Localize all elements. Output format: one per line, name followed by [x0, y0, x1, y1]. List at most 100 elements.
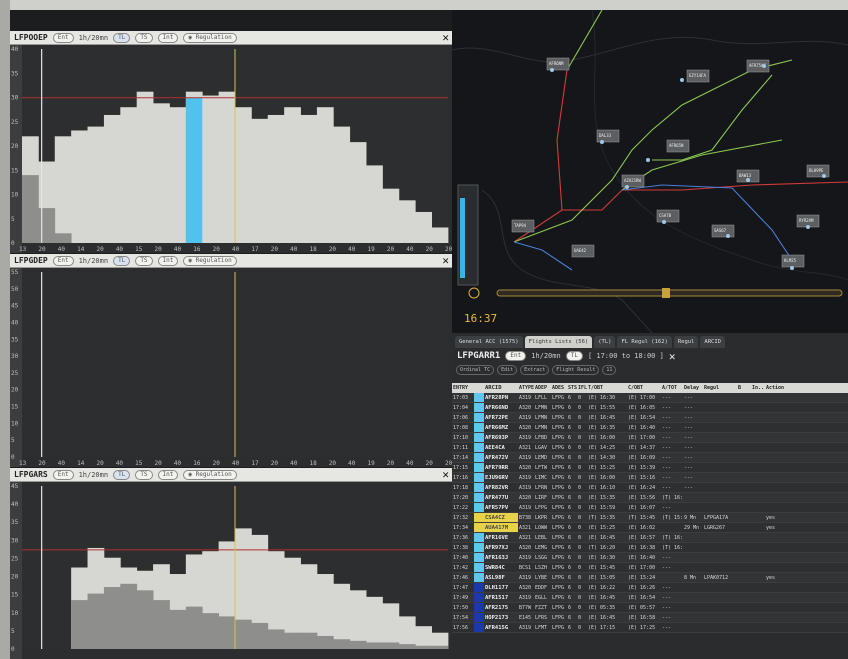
cell-action[interactable] [765, 483, 785, 492]
table-row[interactable]: 17:20 AFR477U A320 LIRF LFPG 6 0 (E) 15:35 (E) 1… [452, 493, 848, 503]
table-row[interactable]: 17:14 AFR472V A319 LEMD LFPG 6 0 (E) 14:30 (E) 1… [452, 453, 848, 463]
cell-action[interactable] [765, 443, 785, 452]
cell-action[interactable] [765, 543, 785, 552]
cell-arcid[interactable]: EJU96RV [484, 473, 518, 482]
cell-arcid[interactable]: ASL98F [484, 573, 518, 582]
table-row[interactable]: 17:16 EJU96RV A319 LIMC LFPG 6 0 (E) 16:00 (E) 1… [452, 473, 848, 483]
count-button[interactable]: 11 [602, 365, 617, 375]
flight-tag-callsign[interactable]: CSA7B [659, 213, 672, 218]
traffic-bar[interactable] [316, 107, 334, 243]
aircraft-icon[interactable] [646, 158, 650, 162]
traffic-bar[interactable] [431, 227, 449, 243]
flight-tag-callsign[interactable]: DAL33 [599, 133, 612, 138]
cell-action[interactable] [765, 593, 785, 602]
cell-action[interactable] [765, 453, 785, 462]
regulated-traffic-bar[interactable] [120, 583, 138, 649]
table-row[interactable]: 17:50 AFR2175 B77W FZZT LFPG 6 0 (E) 05:35 (E) 0… [452, 603, 848, 613]
regulated-traffic-bar[interactable] [38, 208, 56, 243]
regulated-traffic-bar[interactable] [136, 590, 154, 649]
col-cobt[interactable]: C/OBT [627, 383, 661, 393]
aircraft-icon[interactable] [762, 64, 766, 68]
traffic-bar[interactable] [87, 126, 105, 243]
cell-arcid[interactable]: AUA417M [484, 523, 518, 532]
regulated-traffic-bar[interactable] [235, 619, 252, 649]
int-toggle[interactable]: Int [157, 255, 179, 266]
aircraft-icon[interactable] [550, 68, 554, 72]
tab-arcid[interactable]: ARCID [700, 336, 725, 348]
regulated-traffic-bar[interactable] [87, 593, 105, 649]
aircraft-icon[interactable] [790, 266, 794, 270]
regulated-traffic-bar[interactable] [398, 644, 416, 649]
col-b[interactable]: B [737, 383, 751, 393]
col-ades[interactable]: ADES [551, 383, 567, 393]
aircraft-icon[interactable] [625, 185, 629, 189]
traffic-bar[interactable] [235, 107, 252, 243]
col-action[interactable]: Action [765, 383, 785, 393]
regulation-toggle[interactable]: ◉ Regulation [183, 255, 237, 266]
flight-tag-callsign[interactable]: UAE42 [574, 248, 587, 253]
cell-arcid[interactable]: AFR16VE [484, 533, 518, 542]
regulated-traffic-bar[interactable] [300, 632, 318, 649]
col-in[interactable]: In.. [751, 383, 765, 393]
col-adep[interactable]: ADEP [534, 383, 551, 393]
col-arcid[interactable]: ARCID [484, 383, 518, 393]
regulated-traffic-bar[interactable] [366, 642, 383, 649]
regulated-traffic-bar[interactable] [103, 587, 121, 649]
cell-arcid[interactable]: AFR693P [484, 433, 518, 442]
ts-toggle[interactable]: TS [135, 32, 153, 43]
tl-toggle[interactable]: TL [113, 255, 131, 266]
table-row[interactable]: 17:22 AFR57PV A319 LFPG LFPG 6 0 (E) 15:59 (E) 1… [452, 503, 848, 513]
cell-arcid[interactable]: AFR57PV [484, 503, 518, 512]
table-row[interactable]: 17:38 AFR97XJ A320 LEMG LFPG 6 0 (T) 16:20 (E) 1… [452, 543, 848, 553]
altitude-filter-range[interactable] [460, 198, 465, 278]
ent-toggle[interactable]: Ent [52, 469, 74, 480]
traffic-bar[interactable] [103, 114, 121, 244]
cell-action[interactable] [765, 613, 785, 622]
flight-tag-callsign[interactable]: RYR2AM [799, 218, 814, 223]
traffic-bar[interactable] [284, 107, 301, 243]
resolution-label[interactable]: 1h/20mn [79, 471, 109, 479]
ent-toggle[interactable]: Ent [52, 255, 74, 266]
flight-tag-callsign[interactable]: AFR65N [669, 143, 684, 148]
radar-map[interactable]: AFR6NM EZY14FA AFR75AC AFR65N AZA21RW BAW13 DL… [452, 10, 848, 333]
cell-action[interactable] [765, 553, 785, 562]
cell-action[interactable]: yes [765, 573, 785, 582]
col-atot[interactable]: A/TOT [661, 383, 683, 393]
tab-regul[interactable]: Regul [673, 336, 699, 348]
traffic-bar[interactable] [120, 107, 138, 243]
regulated-traffic-bar[interactable] [202, 613, 220, 649]
col-tobt[interactable]: T/OBT [587, 383, 627, 393]
radar-map-svg[interactable]: AFR6NMEZY14FAAFR75ACAFR65NAZA21RWBAW13DL… [452, 10, 848, 333]
table-row[interactable]: 17:04 AFR66ND A320 LFMN LFPG 6 0 (E) 15:55 (E) 1… [452, 403, 848, 413]
traffic-bar[interactable] [349, 590, 367, 649]
table-row[interactable]: 17:06 AFR72PE A319 LFMN LFPG 6 0 (E) 16:45 (E) 1… [452, 413, 848, 423]
regulated-traffic-bar[interactable] [153, 600, 170, 649]
extract-button[interactable]: Extract [520, 365, 550, 375]
regulated-traffic-bar[interactable] [251, 622, 269, 649]
resolution-label[interactable]: 1h/20mn [531, 352, 561, 360]
table-row[interactable]: 17:32 CSA4CZ B738 LKPR LFPG 6 0 (T) 15:35 (T) 15… [452, 513, 848, 523]
aircraft-icon[interactable] [806, 225, 810, 229]
table-row[interactable]: 17:36 AFR16VE A321 LEBL LFPG 6 0 (E) 16:45 (E) 1… [452, 533, 848, 543]
regulated-traffic-bar[interactable] [431, 645, 449, 649]
close-icon[interactable]: ✕ [442, 254, 449, 267]
close-icon[interactable]: ✕ [442, 468, 449, 481]
regulated-traffic-bar[interactable] [284, 632, 301, 649]
traffic-bar[interactable] [169, 107, 187, 243]
cell-arcid[interactable]: AFR28PN [484, 393, 518, 402]
cell-action[interactable] [765, 583, 785, 592]
resolution-label[interactable]: 1h/20mn [79, 257, 109, 265]
cell-arcid[interactable]: AFR82VR [484, 483, 518, 492]
cell-action[interactable] [765, 493, 785, 502]
table-row[interactable]: 17:34 AUA417M A321 LOWW LFPG 6 0 (E) 15:25 (E) 1… [452, 523, 848, 533]
flight-tag-callsign[interactable]: EZY14FA [689, 73, 706, 78]
cell-arcid[interactable]: SWR84C [484, 563, 518, 572]
ordinal-button[interactable]: Ordinal TC [456, 365, 495, 375]
traffic-bar[interactable] [71, 130, 88, 243]
table-row[interactable]: 17:56 AFR415G A319 LFMT LFPG 6 0 (E) 17:15 (E) 1… [452, 623, 848, 633]
flight-result-button[interactable]: Flight Result [552, 365, 600, 375]
table-row[interactable]: 17:15 AFR79RR A320 LFTW LFPG 6 0 (E) 15:25 (E) 1… [452, 463, 848, 473]
traffic-bar[interactable] [366, 165, 383, 243]
aircraft-icon[interactable] [726, 234, 730, 238]
tab-fl-regul[interactable]: FL Regul (162) [617, 336, 672, 348]
